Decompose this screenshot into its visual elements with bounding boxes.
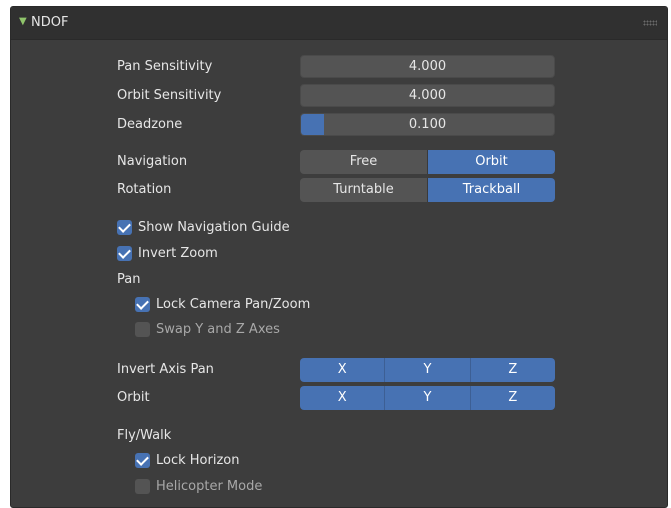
orbit-sensitivity-label: Orbit Sensitivity xyxy=(117,88,222,103)
swap-yz-checkbox[interactable]: Swap Y and Z Axes xyxy=(135,322,280,337)
checkbox-checked-icon[interactable] xyxy=(135,297,150,312)
lock-camera-label: Lock Camera Pan/Zoom xyxy=(156,297,311,312)
collapse-triangle-icon[interactable]: ▼ xyxy=(19,16,27,27)
checkbox-checked-icon[interactable] xyxy=(117,220,132,235)
navigation-label: Navigation xyxy=(117,154,188,169)
rotation-toggle: Turntable Trackball xyxy=(300,178,555,202)
rotation-trackball-button[interactable]: Trackball xyxy=(427,178,555,202)
invert-axis-pan-label: Invert Axis Pan xyxy=(117,362,214,377)
panel-title: NDOF xyxy=(31,15,69,30)
show-navigation-guide-label: Show Navigation Guide xyxy=(138,220,290,235)
pan-sensitivity-label: Pan Sensitivity xyxy=(117,59,213,74)
rotation-label: Rotation xyxy=(117,182,172,197)
orbit-sensitivity-field[interactable]: 4.000 xyxy=(300,84,555,107)
deadzone-value: 0.100 xyxy=(408,117,447,132)
pan-section-label: Pan xyxy=(117,272,141,287)
invert-zoom-checkbox[interactable]: Invert Zoom xyxy=(117,246,218,261)
navigation-orbit-button[interactable]: Orbit xyxy=(427,150,555,174)
fly-walk-section-label: Fly/Walk xyxy=(117,428,172,443)
orbit-sensitivity-value: 4.000 xyxy=(408,88,447,103)
swap-yz-label: Swap Y and Z Axes xyxy=(156,322,280,337)
deadzone-fill xyxy=(301,114,324,135)
orbit-axis-x[interactable]: X xyxy=(300,386,385,410)
rotation-turntable-button[interactable]: Turntable xyxy=(300,178,427,202)
checkbox-checked-icon[interactable] xyxy=(135,453,150,468)
orbit-axes-label: Orbit xyxy=(117,390,150,405)
navigation-free-button[interactable]: Free xyxy=(300,150,427,174)
checkbox-unchecked-icon[interactable] xyxy=(135,322,150,337)
helicopter-mode-label: Helicopter Mode xyxy=(156,479,263,494)
orbit-axis-z[interactable]: Z xyxy=(469,386,555,410)
invert-zoom-label: Invert Zoom xyxy=(138,246,218,261)
orbit-axes-toggle: X Y Z xyxy=(300,386,555,410)
lock-horizon-checkbox[interactable]: Lock Horizon xyxy=(135,453,239,468)
invert-axis-pan-y[interactable]: Y xyxy=(384,358,470,382)
panel-header[interactable]: ▼ NDOF xyxy=(11,7,667,40)
invert-axis-pan-toggle: X Y Z xyxy=(300,358,555,382)
invert-axis-pan-z[interactable]: Z xyxy=(469,358,555,382)
helicopter-mode-checkbox[interactable]: Helicopter Mode xyxy=(135,479,262,494)
navigation-toggle: Free Orbit xyxy=(300,150,555,174)
pan-sensitivity-value: 4.000 xyxy=(408,59,447,74)
deadzone-label: Deadzone xyxy=(117,117,183,132)
invert-axis-pan-x[interactable]: X xyxy=(300,358,385,382)
show-navigation-guide-checkbox[interactable]: Show Navigation Guide xyxy=(117,220,290,235)
pan-sensitivity-field[interactable]: 4.000 xyxy=(300,55,555,78)
orbit-axis-y[interactable]: Y xyxy=(384,386,470,410)
lock-horizon-label: Lock Horizon xyxy=(156,453,240,468)
drag-grip-icon[interactable] xyxy=(643,20,657,26)
ndof-panel: ▼ NDOF Pan Sensitivity 4.000 Orbit Sensi… xyxy=(10,6,668,508)
checkbox-unchecked-icon[interactable] xyxy=(135,479,150,494)
lock-camera-checkbox[interactable]: Lock Camera Pan/Zoom xyxy=(135,297,310,312)
deadzone-slider[interactable]: 0.100 xyxy=(300,113,555,136)
checkbox-checked-icon[interactable] xyxy=(117,246,132,261)
